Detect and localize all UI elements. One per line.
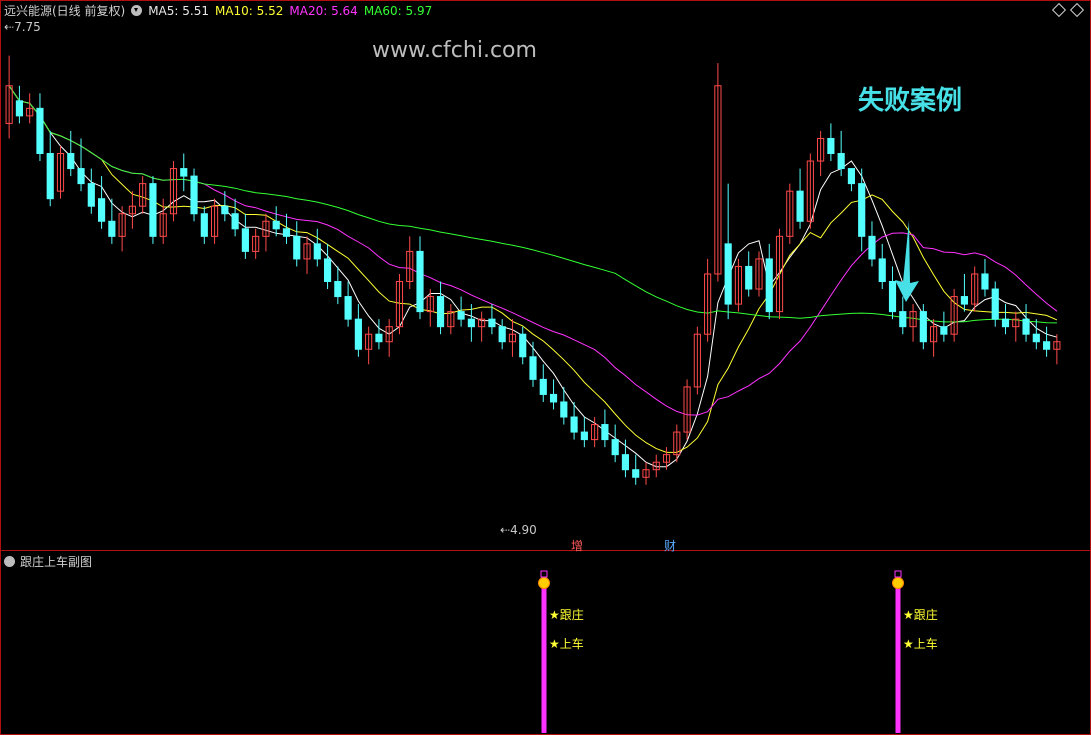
signal-coin-icon	[538, 577, 550, 589]
candle-body	[560, 401, 568, 418]
candle-body	[354, 318, 362, 350]
dropdown-icon[interactable]	[131, 5, 143, 16]
candle-body	[375, 333, 383, 343]
candle-body	[98, 198, 106, 222]
candle-body	[878, 258, 886, 282]
candle-body	[981, 273, 989, 290]
signal2-text-b: ★上车	[903, 637, 938, 651]
signal-bar	[895, 588, 901, 733]
candle-body	[149, 183, 157, 237]
candle-body	[323, 258, 332, 282]
candle-body	[498, 326, 506, 343]
candle-body	[272, 220, 280, 230]
candle-body	[77, 168, 85, 185]
candle-body	[549, 393, 558, 403]
event-marker-zeng[interactable]: 增	[571, 537, 583, 554]
candle-body	[282, 228, 291, 237]
high-price-value: 7.75	[14, 20, 41, 34]
candle-body	[15, 100, 23, 117]
candle-body	[36, 107, 44, 155]
candle-body	[1022, 318, 1030, 335]
candle-body	[1032, 333, 1040, 343]
event-marker-cai[interactable]: 财	[664, 537, 676, 554]
subchart-header: 跟庄上车副图	[4, 553, 92, 570]
candle-body	[745, 265, 753, 290]
candle-body	[87, 183, 95, 207]
candle-body	[611, 439, 619, 456]
low-price-label: ⇠4.90	[500, 523, 537, 537]
chart-header: 远兴能源(日线 前复权) MA5: 5.51 MA10: 5.52 MA20: …	[4, 2, 432, 19]
low-price-value: 4.90	[510, 523, 537, 537]
ma60-label: MA60: 5.97	[363, 3, 433, 18]
signal1-text-a: ★跟庄	[549, 608, 584, 622]
candle-body	[67, 153, 75, 170]
candle-body	[1001, 318, 1010, 328]
stock-title: 远兴能源(日线 前复权)	[4, 4, 126, 18]
ma20-label: MA20: 5.64	[289, 3, 358, 18]
candle-body	[180, 168, 188, 177]
candle-body	[632, 469, 640, 478]
candle-body	[231, 213, 239, 230]
candle-body	[847, 168, 856, 185]
signal1-text-b: ★上车	[549, 637, 584, 651]
candle-body	[919, 311, 927, 343]
signal-coin-icon	[892, 577, 904, 589]
candle-body	[765, 258, 773, 313]
candle-body	[601, 424, 609, 441]
candle-body	[108, 220, 116, 237]
candle-body	[293, 235, 301, 260]
candle	[149, 176, 157, 244]
candle-body	[416, 250, 424, 313]
candle-body	[344, 296, 352, 320]
candle-body	[940, 326, 948, 335]
candle-body	[858, 183, 866, 237]
ma10-label: MA10: 5.52	[214, 3, 284, 18]
candle-body	[488, 318, 496, 328]
candle-body	[580, 431, 588, 441]
watermark: www.cfchi.com	[372, 38, 537, 63]
candle-body	[621, 454, 630, 471]
candle-body	[960, 296, 968, 305]
candle	[190, 168, 198, 222]
candle-body	[529, 356, 537, 380]
subchart-title: 跟庄上车副图	[20, 555, 93, 569]
candle-body	[241, 228, 249, 252]
candle-body	[796, 190, 804, 222]
candle-body	[221, 205, 229, 215]
candle-body	[457, 311, 465, 320]
candle-body	[313, 243, 321, 260]
candle-body	[190, 175, 198, 215]
ma5-label: MA5: 5.51	[148, 3, 209, 18]
candle-body	[888, 281, 897, 313]
candle-body	[46, 153, 54, 200]
signal2-text-a: ★跟庄	[903, 608, 938, 622]
candle-body	[334, 281, 342, 298]
candle-body	[519, 333, 527, 358]
candle-body	[1043, 341, 1051, 350]
candle-body	[436, 296, 445, 328]
signal-bar	[541, 588, 547, 733]
high-price-label: ⇠7.75	[4, 20, 41, 34]
failure-case-annotation: 失败案例	[858, 86, 963, 116]
candle-body	[200, 213, 208, 237]
candle-body	[991, 288, 999, 320]
candle-body	[467, 318, 475, 328]
candle-body	[539, 378, 547, 395]
candle-body	[837, 153, 845, 170]
candle-body	[570, 416, 578, 433]
candle-body	[868, 235, 876, 260]
candle-body	[724, 243, 732, 305]
subchart-dropdown-icon[interactable]	[4, 556, 15, 567]
candle-body	[827, 137, 835, 155]
candle-body	[899, 311, 907, 328]
